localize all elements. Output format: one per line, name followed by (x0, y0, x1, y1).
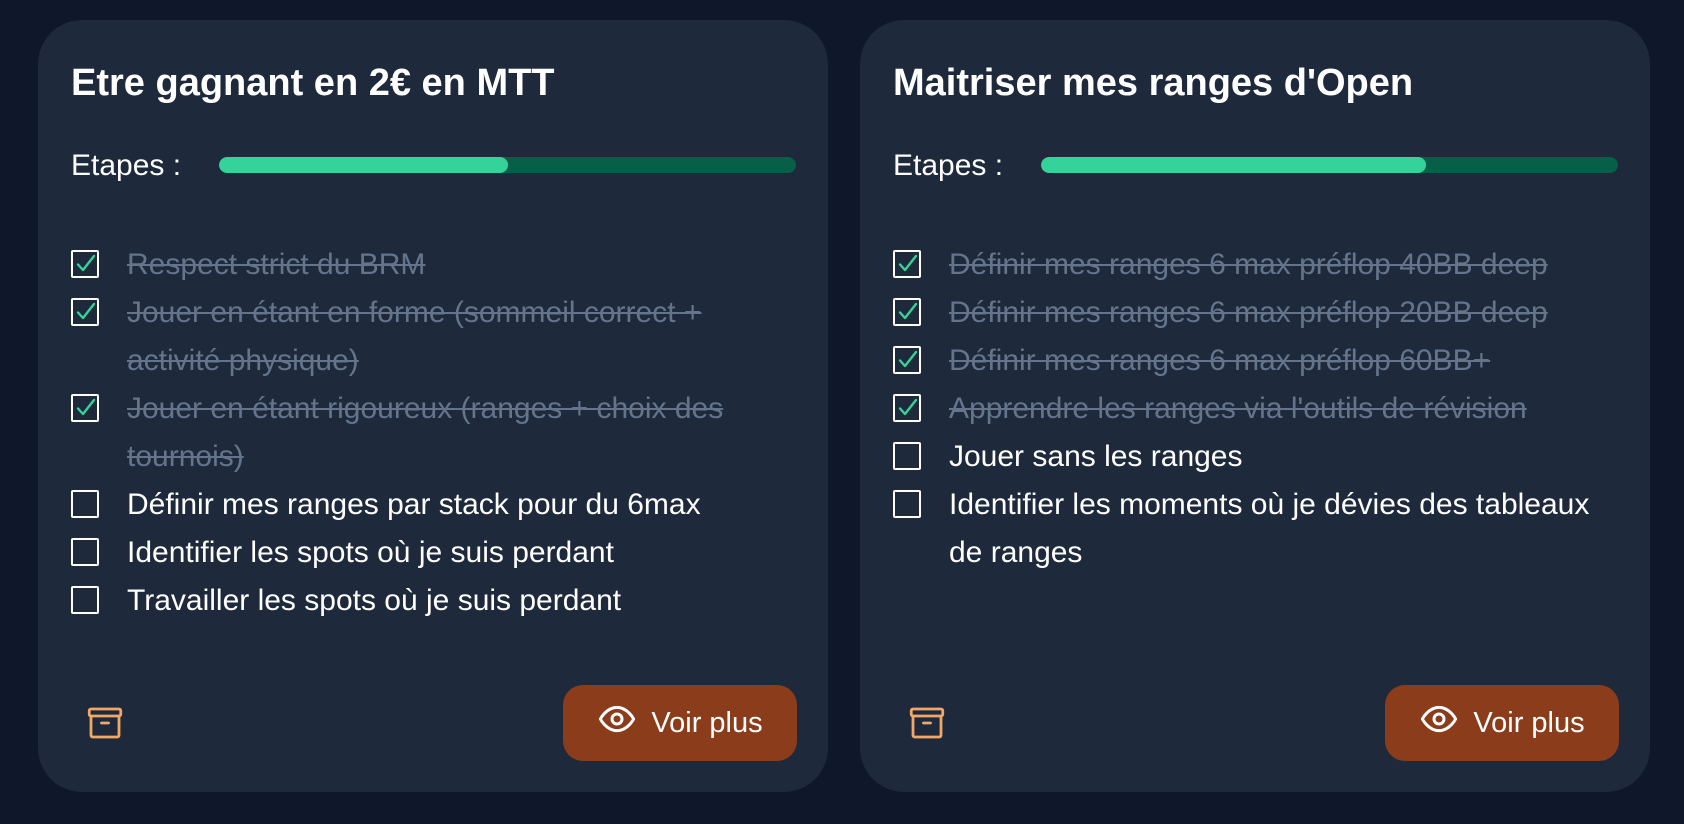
task-list: Respect strict du BRM Jouer en étant en … (71, 241, 793, 625)
task-label: Respect strict du BRM (127, 248, 426, 281)
goal-title: Maitriser mes ranges d'Open (893, 62, 1414, 104)
goal-card: Etre gagnant en 2€ en MTT Etapes : Respe… (38, 20, 828, 792)
task-checkbox[interactable] (893, 442, 921, 470)
checkmark-icon (898, 254, 918, 272)
task-checkbox[interactable] (71, 538, 99, 566)
voir-plus-label: Voir plus (651, 706, 763, 739)
task-checkbox[interactable] (71, 298, 99, 326)
task-item: Identifier les spots où je suis perdant (71, 529, 793, 577)
task-checkbox[interactable] (71, 250, 99, 278)
task-label: Définir mes ranges par stack pour du 6ma… (127, 488, 701, 521)
task-checkbox[interactable] (71, 394, 99, 422)
checkmark-icon (76, 398, 96, 416)
task-checkbox[interactable] (893, 490, 921, 518)
progress-bar-fill (219, 157, 508, 173)
task-checkbox[interactable] (893, 298, 921, 326)
task-item: Jouer sans les ranges (893, 433, 1615, 481)
task-item: Respect strict du BRM (71, 241, 793, 289)
task-label: Jouer en étant en forme (sommeil correct… (127, 296, 702, 377)
task-item: Apprendre les ranges via l'outils de rév… (893, 385, 1615, 433)
task-label: Définir mes ranges 6 max préflop 60BB+ (949, 344, 1491, 377)
checkmark-icon (76, 254, 96, 272)
checkmark-icon (898, 302, 918, 320)
checkmark-icon (898, 350, 918, 368)
task-item: Définir mes ranges 6 max préflop 20BB de… (893, 289, 1615, 337)
archive-box-icon[interactable] (84, 702, 126, 744)
voir-plus-label: Voir plus (1473, 706, 1585, 739)
task-label: Jouer en étant rigoureux (ranges + choix… (127, 392, 724, 473)
task-item: Définir mes ranges par stack pour du 6ma… (71, 481, 793, 529)
task-item: Identifier les moments où je dévies des … (893, 481, 1615, 577)
goals-board: Etre gagnant en 2€ en MTT Etapes : Respe… (0, 0, 1684, 824)
task-list: Définir mes ranges 6 max préflop 40BB de… (893, 241, 1615, 577)
task-item: Travailler les spots où je suis perdant (71, 577, 793, 625)
task-label: Identifier les spots où je suis perdant (127, 536, 614, 569)
task-item: Définir mes ranges 6 max préflop 40BB de… (893, 241, 1615, 289)
eye-icon (1419, 699, 1459, 747)
task-checkbox[interactable] (893, 346, 921, 374)
task-label: Définir mes ranges 6 max préflop 20BB de… (949, 296, 1548, 329)
task-item: Définir mes ranges 6 max préflop 60BB+ (893, 337, 1615, 385)
task-label: Apprendre les ranges via l'outils de rév… (949, 392, 1527, 425)
task-item: Jouer en étant en forme (sommeil correct… (71, 289, 793, 385)
checkmark-icon (76, 302, 96, 320)
checkmark-icon (898, 398, 918, 416)
goal-title: Etre gagnant en 2€ en MTT (71, 62, 555, 104)
progress-bar (1041, 157, 1618, 173)
archive-box-icon[interactable] (906, 702, 948, 744)
voir-plus-button[interactable]: Voir plus (1385, 685, 1619, 761)
task-label: Identifier les moments où je dévies des … (949, 488, 1590, 569)
voir-plus-button[interactable]: Voir plus (563, 685, 797, 761)
task-label: Travailler les spots où je suis perdant (127, 584, 622, 617)
progress-bar-fill (1041, 157, 1426, 173)
task-label: Jouer sans les ranges (949, 440, 1243, 473)
progress-bar (219, 157, 796, 173)
eye-icon (597, 699, 637, 747)
task-checkbox[interactable] (71, 490, 99, 518)
task-label: Définir mes ranges 6 max préflop 40BB de… (949, 248, 1548, 281)
goal-card: Maitriser mes ranges d'Open Etapes : Déf… (860, 20, 1650, 792)
task-checkbox[interactable] (893, 394, 921, 422)
steps-label: Etapes : (71, 149, 182, 182)
task-checkbox[interactable] (71, 586, 99, 614)
steps-label: Etapes : (893, 149, 1004, 182)
task-item: Jouer en étant rigoureux (ranges + choix… (71, 385, 793, 481)
task-checkbox[interactable] (893, 250, 921, 278)
